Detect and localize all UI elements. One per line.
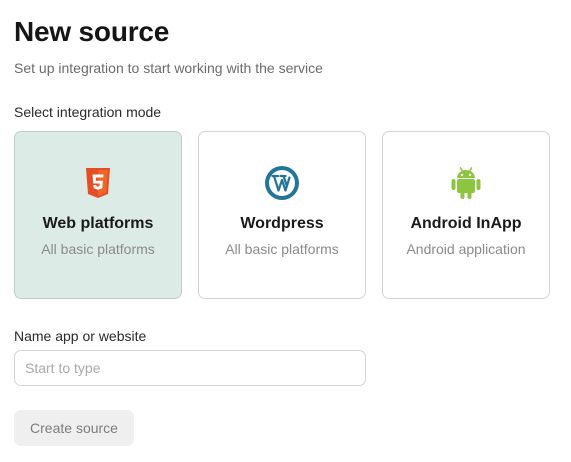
mode-card-android-inapp[interactable]: Android InApp Android application: [382, 131, 550, 299]
page-subtitle: Set up integration to start working with…: [14, 60, 323, 76]
mode-card-title: Web platforms: [42, 215, 154, 232]
integration-mode-label: Select integration mode: [14, 104, 162, 120]
html5-icon: [80, 165, 116, 201]
mode-card-title: Android InApp: [410, 215, 522, 232]
mode-card-description: All basic platforms: [225, 241, 339, 257]
mode-card-wordpress[interactable]: Wordpress All basic platforms: [198, 131, 366, 299]
integration-mode-options: Web platforms All basic platforms Wordpr…: [14, 131, 550, 299]
android-icon: [448, 165, 484, 201]
mode-card-description: All basic platforms: [41, 241, 155, 257]
create-source-button[interactable]: Create source: [14, 410, 134, 446]
name-input[interactable]: [14, 350, 366, 386]
name-field-label: Name app or website: [14, 328, 147, 344]
wordpress-icon: [264, 165, 300, 201]
mode-card-web-platforms[interactable]: Web platforms All basic platforms: [14, 131, 182, 299]
mode-card-title: Wordpress: [240, 215, 324, 232]
page-title: New source: [14, 16, 170, 47]
mode-card-description: Android application: [406, 241, 526, 257]
